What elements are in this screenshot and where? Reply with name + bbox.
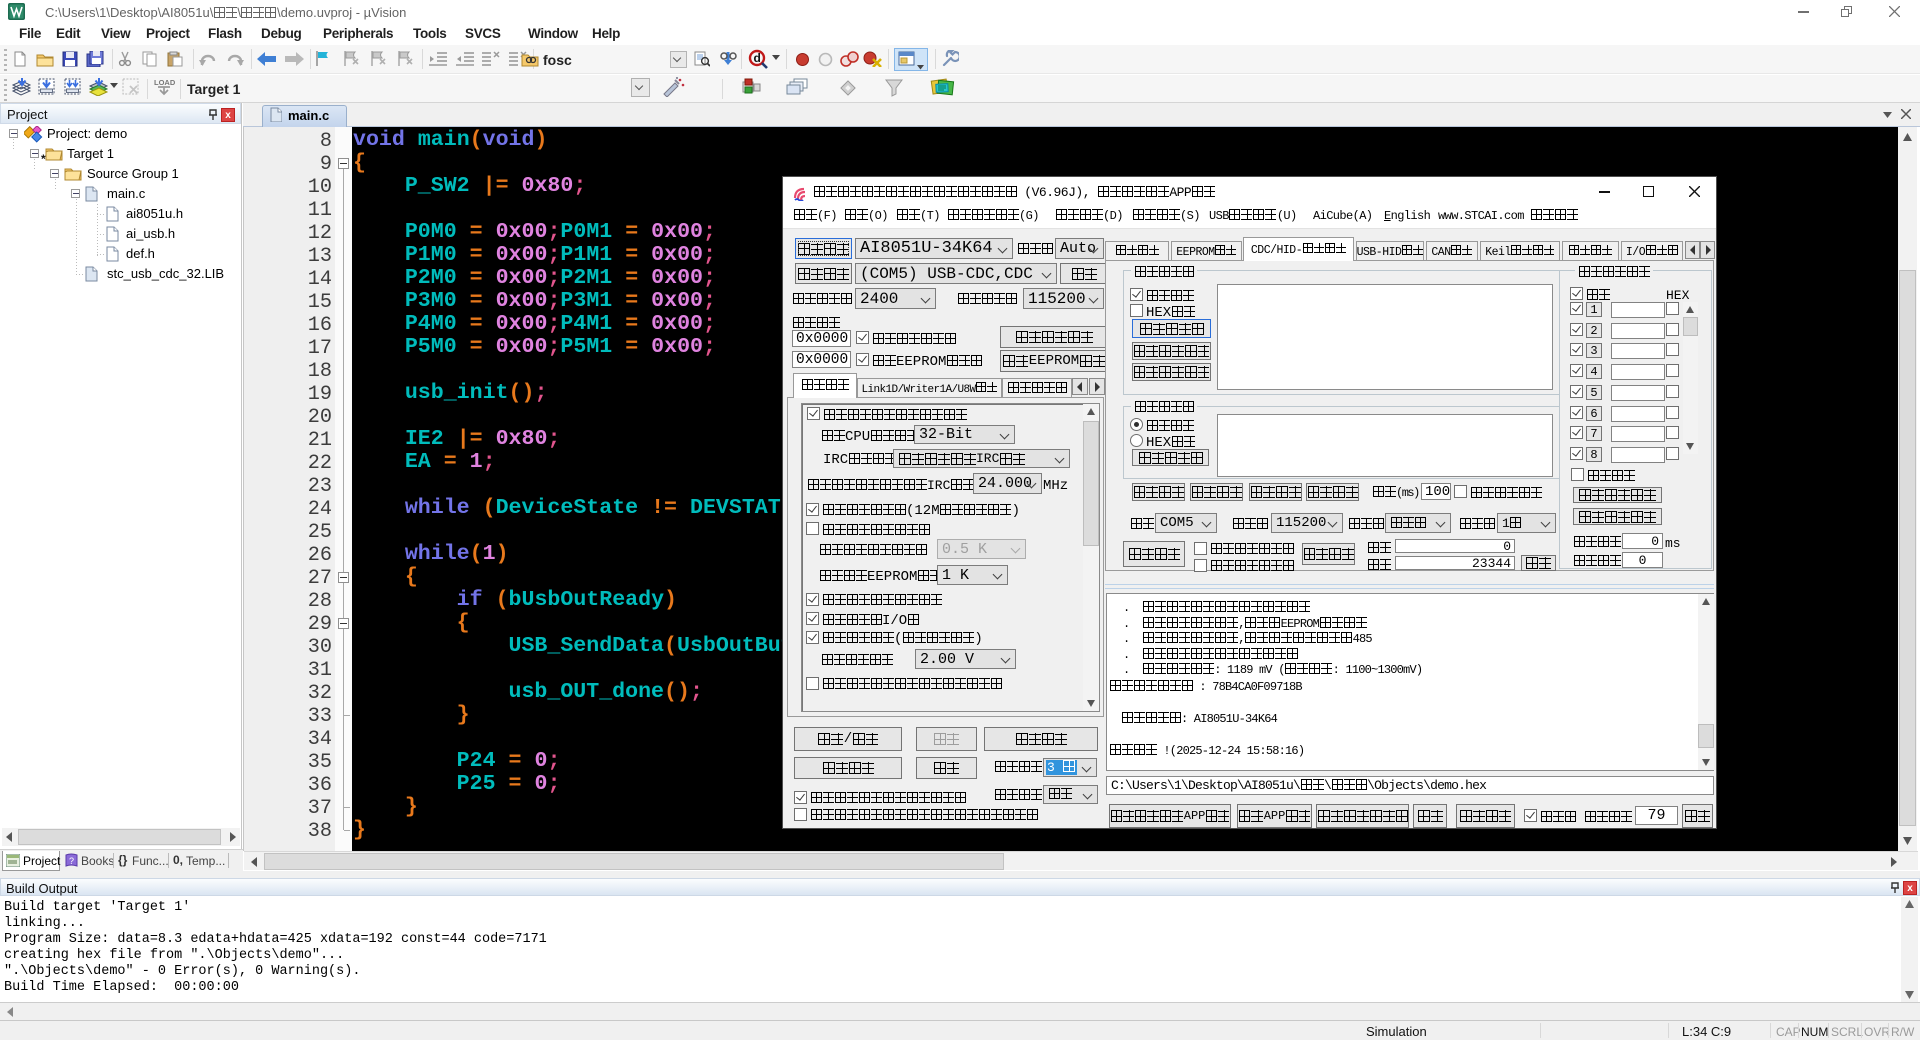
svg-text:LOAD: LOAD — [154, 78, 175, 87]
svg-text:d: d — [754, 51, 761, 65]
svg-text:?: ? — [69, 856, 74, 866]
